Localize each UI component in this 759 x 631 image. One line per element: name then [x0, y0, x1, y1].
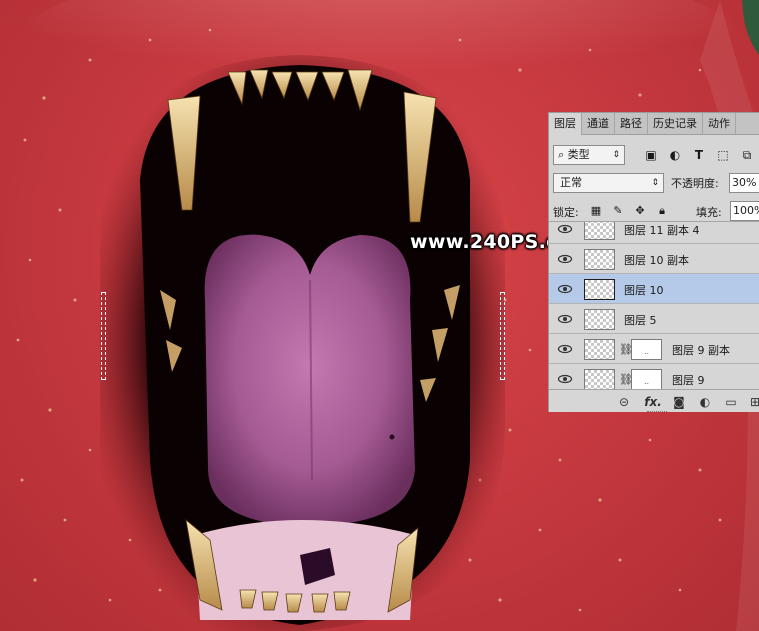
- selection-marquee-right: [500, 292, 505, 380]
- type-filter-icon[interactable]: T: [691, 147, 707, 163]
- layers-list: 图层 11 副本 4 图层 10 副本 图层 10 图层 5 ⛓︎ .. 图层 …: [549, 221, 759, 389]
- adjustment-filter-icon[interactable]: ◐: [667, 147, 683, 163]
- visibility-eye-icon[interactable]: [557, 312, 573, 326]
- layer-thumbnail: [584, 369, 615, 389]
- layer-name: 图层 9 副本: [672, 344, 730, 357]
- layers-bottom-toolbar: ⊝ fx. ◙ ◐ ▭ ⊞: [549, 389, 759, 412]
- layer-row[interactable]: 图层 10 副本: [549, 244, 759, 274]
- tab-paths[interactable]: 路径: [615, 113, 648, 135]
- blend-mode-select[interactable]: 正常 ⇕: [553, 173, 664, 193]
- layer-row[interactable]: 图层 5: [549, 304, 759, 334]
- visibility-eye-icon[interactable]: [557, 282, 573, 296]
- layer-row[interactable]: ⛓︎ .. 图层 9: [549, 364, 759, 389]
- new-layer-icon[interactable]: ⊞: [747, 394, 759, 410]
- visibility-eye-icon[interactable]: [557, 342, 573, 356]
- layer-mask-thumbnail[interactable]: ..: [631, 339, 662, 360]
- fill-input[interactable]: 100%: [730, 201, 759, 221]
- opacity-label: 不透明度:: [671, 177, 719, 190]
- fx-icon[interactable]: fx.: [643, 394, 663, 410]
- layer-filter-label: 类型: [567, 148, 590, 161]
- layer-row-selected[interactable]: 图层 10: [549, 274, 759, 304]
- layer-thumbnail: [584, 339, 615, 360]
- lock-fill-row: 锁定: ▦ ✎ ✥ 🔒︎ 填充: 100%: [553, 201, 759, 221]
- shape-filter-icon[interactable]: ⬚: [715, 147, 731, 163]
- opacity-input[interactable]: 30%: [729, 173, 759, 193]
- visibility-eye-icon[interactable]: [557, 222, 573, 236]
- layer-row[interactable]: 图层 11 副本 4: [549, 222, 759, 244]
- panel-resize-grip[interactable]: [647, 411, 667, 412]
- blend-opacity-row: 正常 ⇕ 不透明度: 30%: [553, 173, 759, 193]
- blend-mode-value: 正常: [560, 176, 582, 189]
- layer-thumbnail: [584, 279, 615, 300]
- visibility-eye-icon[interactable]: [557, 252, 573, 266]
- panel-tab-bar: 图层 通道 路径 历史记录 动作: [549, 113, 759, 135]
- new-group-icon[interactable]: ▭: [723, 394, 739, 410]
- selection-marquee-left: [101, 292, 106, 380]
- tab-layers[interactable]: 图层: [549, 113, 582, 135]
- lock-position-move-icon[interactable]: ✥: [633, 204, 647, 218]
- layer-mask-thumbnail[interactable]: ..: [631, 369, 662, 389]
- updown-arrow-icon: ⇕: [612, 150, 620, 160]
- layer-name: 图层 10: [624, 284, 664, 297]
- image-filter-icon[interactable]: ▣: [643, 147, 659, 163]
- layer-name: 图层 11 副本 4: [624, 224, 700, 237]
- lock-all-icon[interactable]: 🔒︎: [655, 204, 669, 218]
- search-icon: ⌕: [558, 148, 568, 161]
- layer-filter-row: ⌕ 类型 ⇕ ▣ ◐ T ⬚ ⧉: [553, 145, 758, 165]
- layer-thumbnail: [584, 222, 615, 240]
- tab-history[interactable]: 历史记录: [648, 113, 703, 135]
- tab-channels[interactable]: 通道: [582, 113, 615, 135]
- lock-image-brush-icon[interactable]: ✎: [611, 204, 625, 218]
- updown-arrow-icon: ⇕: [651, 178, 659, 188]
- add-mask-icon[interactable]: ◙: [671, 394, 687, 410]
- link-layers-icon[interactable]: ⊝: [616, 394, 632, 410]
- lock-transparency-icon[interactable]: ▦: [589, 204, 603, 218]
- adjustment-layer-icon[interactable]: ◐: [697, 394, 713, 410]
- layer-row[interactable]: ⛓︎ .. 图层 9 副本: [549, 334, 759, 364]
- layer-name: 图层 9: [672, 374, 705, 387]
- lock-label: 锁定:: [553, 206, 579, 219]
- layer-name: 图层 10 副本: [624, 254, 689, 267]
- layer-filter-select[interactable]: ⌕ 类型 ⇕: [553, 145, 625, 165]
- layer-name: 图层 5: [624, 314, 657, 327]
- layer-thumbnail: [584, 249, 615, 270]
- layers-panel: 图层 通道 路径 历史记录 动作 ⌕ 类型 ⇕ ▣ ◐ T ⬚ ⧉ 正常 ⇕ 不…: [548, 112, 759, 412]
- layer-thumbnail: [584, 309, 615, 330]
- tab-actions[interactable]: 动作: [703, 113, 736, 135]
- visibility-eye-icon[interactable]: [557, 372, 573, 386]
- fill-label: 填充:: [696, 206, 722, 219]
- smart-object-filter-icon[interactable]: ⧉: [739, 147, 755, 163]
